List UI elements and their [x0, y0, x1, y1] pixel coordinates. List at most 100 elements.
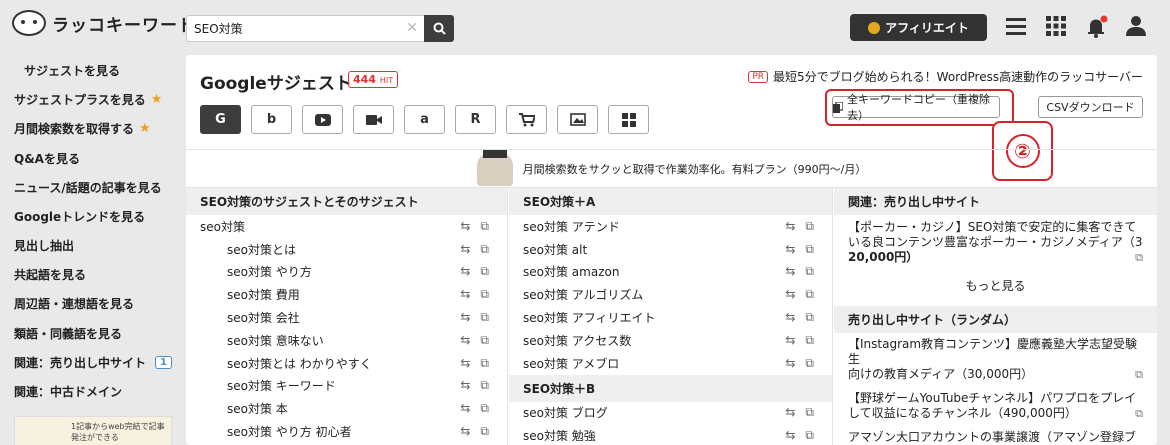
- sidebar-item-qa[interactable]: Q&Aを見る: [14, 150, 80, 167]
- external-link-icon[interactable]: ⧉: [480, 356, 489, 371]
- sidebar-item-used-domains[interactable]: 関連：中古ドメイン: [14, 383, 122, 400]
- external-link-icon[interactable]: ⧉: [480, 401, 489, 416]
- dig-deeper-icon[interactable]: ⇆: [785, 428, 795, 443]
- promo-banner[interactable]: 月間検索数をサクッと取得で作業効率化。有料プラン（990円〜/月）: [186, 149, 1157, 187]
- keyword-text[interactable]: seo対策とは わかりやすく: [227, 355, 372, 372]
- external-link-icon[interactable]: ⧉: [480, 242, 489, 257]
- keyword-row[interactable]: seo対策 ⇆ ⧉: [186, 215, 507, 238]
- sidebar-item-suggest-plus[interactable]: サジェストプラスを見る ★: [14, 91, 162, 108]
- keyword-row[interactable]: seo対策 やり方 初心者 ⇆ ⧉: [186, 420, 507, 443]
- sidebar-item-sites-for-sale[interactable]: 関連：売り出し中サイト 1: [14, 354, 172, 371]
- tab-google[interactable]: G: [200, 105, 241, 134]
- site-listing[interactable]: 【Instagram教育コンテンツ】慶應義塾大学志望受験生 向けの教育メディア（3…: [834, 333, 1157, 382]
- dig-deeper-icon[interactable]: ⇆: [785, 310, 795, 325]
- keyword-row[interactable]: seo対策 アメブロ ⇆ ⧉: [509, 352, 832, 375]
- tab-shopping[interactable]: [506, 105, 547, 134]
- keyword-row[interactable]: seo対策 amazon ⇆ ⧉: [509, 261, 832, 284]
- sidebar-item-related-words[interactable]: 周辺語・連想語を見る: [14, 295, 134, 312]
- keyword-row[interactable]: seo対策 勉強 ⇆ ⧉: [509, 424, 832, 445]
- logo[interactable]: ラッコキーワード: [12, 10, 196, 36]
- keyword-text[interactable]: seo対策 amazon: [523, 263, 619, 280]
- keyword-row[interactable]: seo対策 会社 ⇆ ⧉: [186, 306, 507, 329]
- keyword-row[interactable]: seo対策 意味ない ⇆ ⧉: [186, 329, 507, 352]
- external-link-icon[interactable]: ⧉: [805, 242, 814, 257]
- keyword-row[interactable]: seo対策 アルゴリズム ⇆ ⧉: [509, 283, 832, 306]
- pr-ad[interactable]: PR 最短5分でブログ始められる！WordPress高速動作のラッコサーバー: [748, 68, 1143, 85]
- site-listing[interactable]: 【ポーカー・カジノ】SEO対策で安定的に集客できて いる良コンテンツ豊富なポーカ…: [834, 215, 1157, 265]
- external-link-icon[interactable]: ⧉: [1135, 367, 1143, 382]
- keyword-text[interactable]: seo対策 アフィリエイト: [523, 309, 656, 326]
- keyword-text[interactable]: seo対策 会社: [227, 309, 300, 326]
- external-link-icon[interactable]: ⧉: [805, 264, 814, 279]
- tab-apps[interactable]: [608, 105, 649, 134]
- keyword-text[interactable]: seo対策 アルゴリズム: [523, 286, 643, 303]
- keyword-text[interactable]: seo対策 やり方 初心者: [227, 423, 352, 440]
- tab-bing[interactable]: b: [251, 105, 292, 134]
- search-button[interactable]: [424, 15, 454, 42]
- dig-deeper-icon[interactable]: ⇆: [460, 424, 470, 439]
- external-link-icon[interactable]: ⧉: [480, 310, 489, 325]
- dig-deeper-icon[interactable]: ⇆: [460, 287, 470, 302]
- keyword-text[interactable]: seo対策 費用: [227, 286, 300, 303]
- keyword-row[interactable]: seo対策 アフィリエイト ⇆ ⧉: [509, 306, 832, 329]
- user-account-icon[interactable]: [1125, 15, 1149, 39]
- keyword-text[interactable]: seo対策 alt: [523, 241, 587, 258]
- external-link-icon[interactable]: ⧉: [480, 219, 489, 234]
- show-more-link[interactable]: もっと見る: [834, 265, 1157, 306]
- external-link-icon[interactable]: ⧉: [805, 428, 814, 443]
- dig-deeper-icon[interactable]: ⇆: [460, 242, 470, 257]
- keyword-text[interactable]: seo対策: [200, 218, 245, 235]
- dig-deeper-icon[interactable]: ⇆: [785, 219, 795, 234]
- keyword-row[interactable]: seo対策 費用 ⇆ ⧉: [186, 283, 507, 306]
- keyword-text[interactable]: seo対策 意味ない: [227, 332, 324, 349]
- dig-deeper-icon[interactable]: ⇆: [460, 219, 470, 234]
- sidebar-item-suggest[interactable]: サジェストを見る: [24, 62, 120, 79]
- external-link-icon[interactable]: ⧉: [480, 264, 489, 279]
- dig-deeper-icon[interactable]: ⇆: [460, 401, 470, 416]
- clear-icon[interactable]: ✕: [406, 20, 418, 36]
- sidebar-item-monthly-volume[interactable]: 月間検索数を取得する ★: [14, 120, 151, 137]
- dig-deeper-icon[interactable]: ⇆: [785, 356, 795, 371]
- external-link-icon[interactable]: ⧉: [480, 378, 489, 393]
- external-link-icon[interactable]: ⧉: [805, 219, 814, 234]
- dig-deeper-icon[interactable]: ⇆: [785, 264, 795, 279]
- search-input[interactable]: [194, 21, 404, 36]
- keyword-text[interactable]: seo対策 やり方: [227, 263, 312, 280]
- sidebar-item-google-trends[interactable]: Googleトレンドを見る: [14, 208, 145, 225]
- dig-deeper-icon[interactable]: ⇆: [460, 333, 470, 348]
- external-link-icon[interactable]: ⧉: [805, 405, 814, 420]
- notification-bell-icon[interactable]: [1085, 15, 1109, 39]
- external-link-icon[interactable]: ⧉: [805, 310, 814, 325]
- copy-all-keywords-button[interactable]: 全キーワードコピー（重複除去）: [832, 93, 1000, 122]
- dig-deeper-icon[interactable]: ⇆: [785, 405, 795, 420]
- site-listing[interactable]: 【野球ゲームYouTubeチャンネル】パワプロをプレイ して収益になるチャンネル（…: [834, 387, 1157, 421]
- keyword-text[interactable]: seo対策 アテンド: [523, 218, 620, 235]
- keyword-text[interactable]: seo対策 アメブロ: [523, 355, 619, 372]
- keyword-text[interactable]: seo対策 勉強: [523, 427, 596, 444]
- external-link-icon[interactable]: ⧉: [480, 333, 489, 348]
- keyword-row[interactable]: seo対策 本 ⇆ ⧉: [186, 397, 507, 420]
- tab-video[interactable]: [353, 105, 394, 134]
- site-listing[interactable]: アマゾン大口アカウントの事業譲渡（アマゾン登録ブランドのアパレル販売事業）（11…: [834, 426, 1157, 445]
- keyword-row[interactable]: seo対策 alt ⇆ ⧉: [509, 238, 832, 261]
- keyword-row[interactable]: seo対策 ブログ ⇆ ⧉: [509, 402, 832, 425]
- dig-deeper-icon[interactable]: ⇆: [460, 310, 470, 325]
- external-link-icon[interactable]: ⧉: [805, 287, 814, 302]
- dig-deeper-icon[interactable]: ⇆: [460, 378, 470, 393]
- sidebar-item-synonyms[interactable]: 類語・同義語を見る: [14, 325, 122, 342]
- keyword-row[interactable]: seo対策 アテンド ⇆ ⧉: [509, 215, 832, 238]
- dig-deeper-icon[interactable]: ⇆: [785, 242, 795, 257]
- keyword-text[interactable]: seo対策 本: [227, 400, 288, 417]
- sidebar-item-headings[interactable]: 見出し抽出: [14, 237, 74, 254]
- keyword-row[interactable]: seo対策 アクセス数 ⇆ ⧉: [509, 329, 832, 352]
- external-link-icon[interactable]: ⧉: [480, 287, 489, 302]
- external-link-icon[interactable]: ⧉: [805, 356, 814, 371]
- tab-image[interactable]: [557, 105, 598, 134]
- keyword-row[interactable]: seo対策とは わかりやすく ⇆ ⧉: [186, 352, 507, 375]
- keyword-text[interactable]: seo対策 ブログ: [523, 404, 608, 421]
- menu-icon[interactable]: [1005, 15, 1029, 39]
- keyword-row[interactable]: seo対策 キーワード ⇆ ⧉: [186, 375, 507, 398]
- keyword-row[interactable]: seo対策とは ⇆ ⧉: [186, 238, 507, 261]
- affiliate-button[interactable]: アフィリエイト: [850, 14, 987, 41]
- external-link-icon[interactable]: ⧉: [480, 424, 489, 439]
